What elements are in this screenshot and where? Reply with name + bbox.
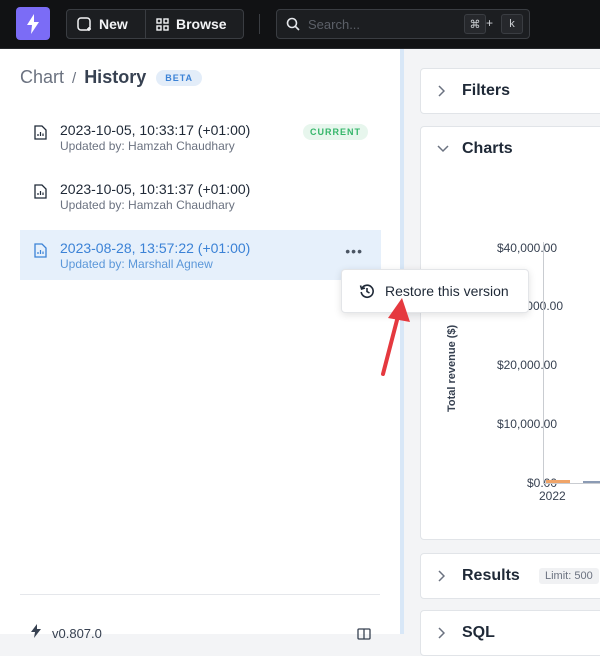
breadcrumb-chart-link[interactable]: Chart xyxy=(20,67,64,88)
chart-bar xyxy=(546,480,570,483)
page-title: History xyxy=(84,67,147,87)
shortcut-plus: + xyxy=(486,16,494,30)
annotation-arrow xyxy=(381,298,410,376)
plus-square-icon xyxy=(77,16,91,31)
version-updated-by: Updated by: Marshall Agnew xyxy=(60,257,213,271)
more-options-button[interactable]: ••• xyxy=(345,244,363,258)
top-bar: New Browse Search... ⌘ + k xyxy=(0,0,600,49)
version-date: 2023-10-05, 10:33:17 (+01:00) xyxy=(60,122,251,138)
file-chart-icon xyxy=(34,125,47,140)
version-item[interactable]: 2023-10-05, 10:31:37 (+01:00) Updated by… xyxy=(20,171,381,221)
shortcut-cmd-key: ⌘ xyxy=(464,14,486,34)
version-date: 2023-10-05, 10:31:37 (+01:00) xyxy=(60,181,251,197)
chevron-right-icon xyxy=(438,570,445,582)
y-tick-label: $10,000.00 xyxy=(496,417,557,431)
chevron-right-icon xyxy=(438,85,445,97)
browse-button-label: Browse xyxy=(176,16,227,32)
filters-card[interactable]: Filters xyxy=(420,68,600,114)
search-icon xyxy=(286,17,300,31)
version-item-selected[interactable]: 2023-08-28, 13:57:22 (+01:00) Updated by… xyxy=(20,230,381,280)
breadcrumb-separator: / xyxy=(72,70,77,87)
layout-icon[interactable] xyxy=(357,628,371,640)
y-axis-label: Total revenue ($) xyxy=(446,324,458,412)
nav-group: New Browse xyxy=(66,9,244,39)
y-axis-line xyxy=(543,242,544,483)
results-title: Results xyxy=(462,567,520,584)
footer-divider xyxy=(20,594,380,595)
file-chart-icon xyxy=(34,184,47,199)
topbar-divider xyxy=(259,14,260,34)
results-card[interactable]: Results Limit: 500 xyxy=(420,553,600,599)
grid-icon xyxy=(156,17,169,31)
version-item[interactable]: 2023-10-05, 10:33:17 (+01:00) Updated by… xyxy=(20,112,381,162)
search-input[interactable]: Search... ⌘ + k xyxy=(276,9,530,39)
version-updated-by: Updated by: Hamzah Chaudhary xyxy=(60,198,235,212)
filters-title: Filters xyxy=(462,82,511,99)
chevron-right-icon xyxy=(438,627,445,639)
app-logo[interactable] xyxy=(16,7,50,40)
beta-badge: BETA xyxy=(156,70,203,86)
chart-bar xyxy=(583,481,600,483)
new-button[interactable]: New xyxy=(67,10,146,38)
browse-button[interactable]: Browse xyxy=(146,10,237,38)
current-badge: CURRENT xyxy=(303,124,368,140)
search-placeholder: Search... xyxy=(308,16,361,32)
lightning-icon xyxy=(27,13,39,34)
sql-title: SQL xyxy=(462,624,495,641)
sql-card[interactable]: SQL xyxy=(420,610,600,656)
charts-card: Charts $40,000.00 $30,000.00 $20,000.00 … xyxy=(420,126,600,540)
x-axis-line xyxy=(543,483,600,484)
charts-title: Charts xyxy=(462,140,513,157)
chevron-down-icon[interactable] xyxy=(437,145,449,153)
version-date: 2023-08-28, 13:57:22 (+01:00) xyxy=(60,240,251,256)
file-chart-icon xyxy=(34,243,47,258)
y-tick-label: $40,000.00 xyxy=(496,241,557,255)
x-tick-label: 2022 xyxy=(539,489,566,503)
shortcut-k-key: k xyxy=(501,14,523,34)
history-panel: Chart / History BETA 2023-10-05, 10:33:1… xyxy=(0,49,400,641)
new-button-label: New xyxy=(99,16,128,32)
lightning-icon xyxy=(31,624,41,638)
y-tick-label: $20,000.00 xyxy=(496,358,557,372)
breadcrumb: Chart / History BETA xyxy=(20,67,203,88)
version-updated-by: Updated by: Hamzah Chaudhary xyxy=(60,139,235,153)
results-limit-badge: Limit: 500 xyxy=(539,568,599,584)
